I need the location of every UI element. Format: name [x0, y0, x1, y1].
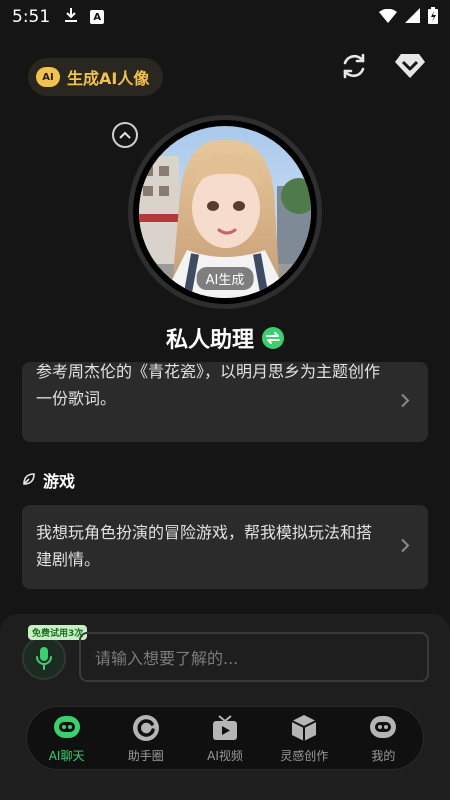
assistant-name-row: 私人助理 [0, 322, 450, 354]
circle-icon [131, 713, 161, 743]
video-icon [210, 713, 240, 743]
profile-robot-icon [368, 713, 398, 743]
refresh-button[interactable] [336, 48, 372, 84]
collapse-button[interactable] [112, 122, 138, 148]
cube-icon [289, 713, 319, 743]
chevron-right-icon [401, 389, 410, 416]
tab-assistant-circle[interactable]: 助手圈 [106, 707, 185, 769]
robot-chat-icon [52, 713, 82, 743]
generate-ai-portrait-label: 生成AI人像 [67, 69, 150, 88]
switch-assistant-icon[interactable] [262, 327, 284, 349]
section-title-games: 游戏 [22, 468, 75, 492]
leaf-icon [22, 471, 36, 490]
chevron-right-icon [401, 534, 410, 561]
tab-inspiration[interactable]: 灵感创作 [265, 707, 344, 769]
prompt-card-lyrics[interactable]: 参考周杰伦的《青花瓷》，以明月思乡为主题创作一份歌词。 [22, 362, 428, 442]
tab-label: AI聊天 [48, 748, 85, 763]
app-notification-icon: A [90, 10, 105, 24]
microphone-icon [36, 647, 52, 670]
signal-icon [405, 7, 420, 27]
prompt-card-game[interactable]: 我想玩角色扮演的冒险游戏，帮我模拟玩法和搭建剧情。 [22, 505, 428, 589]
chat-input-placeholder: 请输入想要了解的... [95, 649, 239, 668]
generate-ai-portrait-button[interactable]: AI 生成AI人像 [28, 58, 164, 96]
chevron-up-icon [119, 131, 131, 139]
chat-input[interactable]: 请输入想要了解的... [79, 632, 429, 682]
tab-ai-chat[interactable]: AI聊天 [27, 707, 106, 769]
battery-icon [428, 6, 438, 28]
wifi-icon [379, 8, 397, 27]
refresh-icon [343, 53, 365, 79]
tab-ai-video[interactable]: AI视频 [185, 707, 264, 769]
avatar: AI生成 [139, 126, 311, 298]
voice-input-button[interactable] [22, 636, 66, 680]
vip-diamond-button[interactable] [392, 48, 428, 84]
download-icon [64, 7, 78, 27]
status-time: 5:51 [12, 7, 51, 27]
prompt-card-text: 我想玩角色扮演的冒险游戏，帮我模拟玩法和搭建剧情。 [36, 523, 373, 569]
diamond-icon [395, 54, 425, 78]
assistant-name: 私人助理 [165, 328, 254, 353]
tab-profile[interactable]: 我的 [344, 707, 423, 769]
section-title-text: 游戏 [43, 472, 76, 491]
ai-generated-tag: AI生成 [196, 267, 254, 290]
ai-badge-icon: AI [36, 67, 60, 87]
avatar-frame[interactable]: AI生成 [128, 115, 322, 309]
tab-label: 灵感创作 [280, 748, 329, 763]
tab-label: 助手圈 [127, 748, 164, 763]
prompt-card-text: 参考周杰伦的《青花瓷》，以明月思乡为主题创作一份歌词。 [36, 362, 381, 408]
tab-label: 我的 [371, 748, 396, 763]
bottom-tab-bar: AI聊天 助手圈 AI视频 灵感创作 我的 [26, 706, 424, 770]
status-bar: 5:51 A [0, 0, 450, 34]
tab-label: AI视频 [207, 748, 243, 763]
